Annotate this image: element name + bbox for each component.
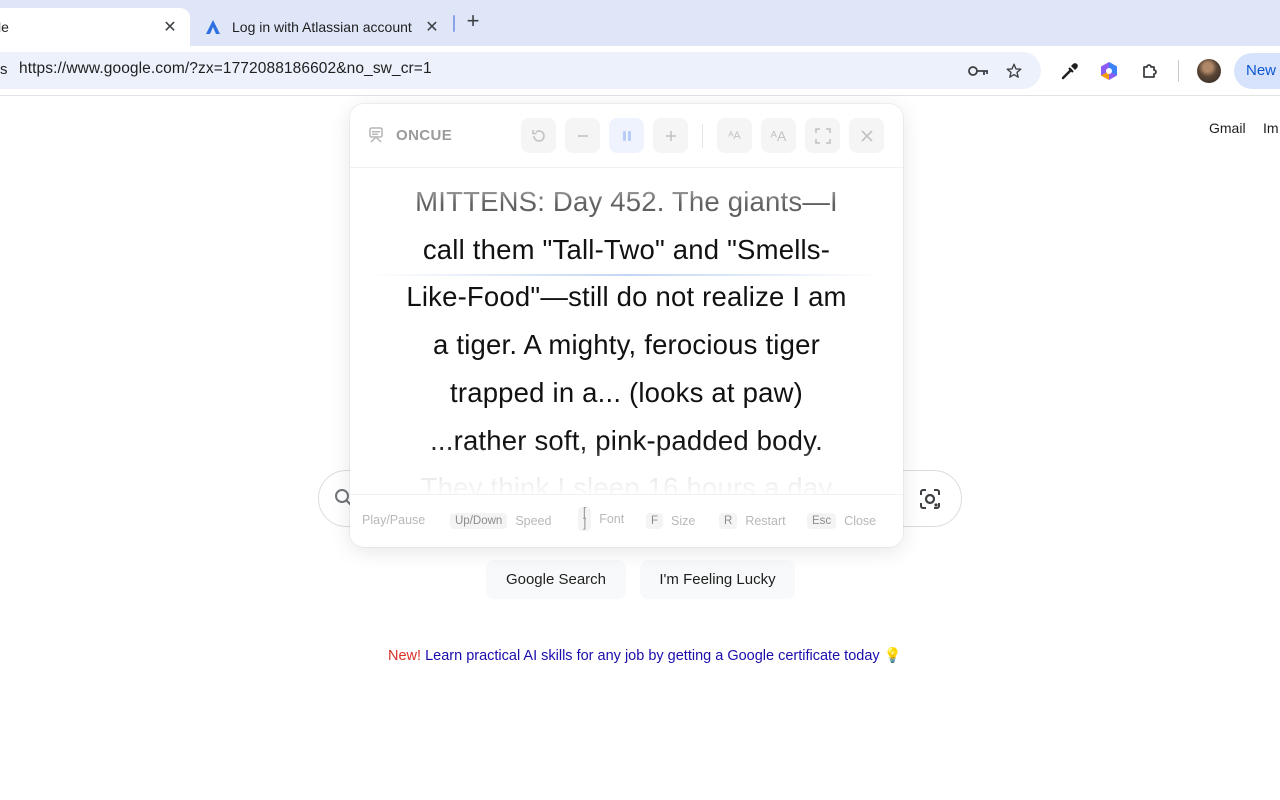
close-tab-icon[interactable]: ✕ xyxy=(422,17,442,37)
toolbar-divider xyxy=(1178,60,1179,82)
minus-icon xyxy=(577,134,588,137)
hint-label: Font xyxy=(599,512,625,526)
hint-font: [ ] Font xyxy=(578,507,624,531)
tab-google[interactable]: le ✕ xyxy=(0,8,190,46)
eyedropper-extension-icon[interactable] xyxy=(1057,58,1083,84)
reading-guide-line xyxy=(368,274,885,276)
tab-title: Log in with Atlassian account xyxy=(232,19,412,35)
hint-play-pause: Play/Pause xyxy=(362,513,425,527)
hint-label: Restart xyxy=(745,514,786,528)
tab-strip: le ✕ Log in with Atlassian account ✕ + xyxy=(0,0,1280,46)
bookmark-star-icon[interactable] xyxy=(1003,60,1025,82)
script-line: Like-Food"—still do not realize I am xyxy=(406,281,847,313)
hint-key: Up/Down xyxy=(450,513,508,529)
speed-up-button[interactable] xyxy=(653,118,688,153)
script-line: trapped in a... (looks at paw) xyxy=(450,376,803,408)
hexagon-extension-icon[interactable] xyxy=(1096,58,1122,84)
images-link[interactable]: Im xyxy=(1263,120,1279,136)
url-text[interactable]: https://www.google.com/?zx=1772088186602… xyxy=(19,60,432,78)
hint-key: R xyxy=(719,513,738,529)
google-lens-camera-icon[interactable] xyxy=(918,487,942,511)
browser-toolbar: s https://www.google.com/?zx=17720881866… xyxy=(0,46,1280,96)
restart-button[interactable] xyxy=(521,118,556,153)
hint-label: Play/Pause xyxy=(362,513,426,527)
script-line: MITTENS: Day 452. The giants—I xyxy=(415,186,838,217)
tab-divider xyxy=(453,15,455,32)
hint-label: Speed xyxy=(515,514,552,528)
extensions-puzzle-icon[interactable] xyxy=(1137,58,1163,84)
script-line: a tiger. A mighty, ferocious tiger xyxy=(433,329,820,361)
hint-size: F Size xyxy=(646,513,695,529)
script-line: call them "Tall-Two" and "Smells- xyxy=(422,233,831,265)
fullscreen-button[interactable] xyxy=(805,118,840,153)
atlassian-logo-icon xyxy=(204,18,222,36)
address-bar[interactable]: s https://www.google.com/?zx=17720881866… xyxy=(0,52,1041,89)
promo-new-label: New! xyxy=(388,648,422,664)
script-text-area[interactable]: MITTENS: Day 452. The giants—I call them… xyxy=(368,178,885,494)
header-divider xyxy=(702,124,703,148)
script-line: They think I sleep 16 hours a day xyxy=(420,472,833,494)
restart-icon xyxy=(531,129,545,142)
hint-key: [ ] xyxy=(578,507,592,531)
pause-icon xyxy=(622,130,631,141)
hint-label: Close xyxy=(844,514,877,528)
promo-banner: New! Learn practical AI skills for any j… xyxy=(388,647,902,664)
promo-link[interactable]: Learn practical AI skills for any job by… xyxy=(421,648,880,664)
fullscreen-icon xyxy=(814,127,831,144)
font-smaller-button[interactable]: ᴬA xyxy=(717,118,752,153)
font-smaller-icon: ᴬA xyxy=(728,129,741,142)
plus-icon xyxy=(665,130,676,141)
hint-key: Esc xyxy=(807,513,837,529)
site-info-fragment[interactable]: s xyxy=(0,61,8,78)
oncue-title: ONCUE xyxy=(396,127,453,144)
hint-key: F xyxy=(646,513,664,529)
tab-atlassian[interactable]: Log in with Atlassian account ✕ xyxy=(190,8,452,46)
shortcut-hints-bar: Play/Pause Up/Down Speed [ ] Font F Size… xyxy=(350,494,903,547)
font-larger-button[interactable]: ᴬA xyxy=(761,118,796,153)
new-chip-button[interactable]: New xyxy=(1234,53,1280,89)
hint-label: Size xyxy=(671,514,696,528)
play-pause-button[interactable] xyxy=(609,118,644,153)
hint-close: Esc Close xyxy=(807,513,876,529)
script-line: ...rather soft, pink-padded body. xyxy=(430,424,823,456)
close-button[interactable] xyxy=(849,118,884,153)
new-tab-plus-icon[interactable]: + xyxy=(462,10,484,33)
teleprompter-logo-icon xyxy=(367,126,385,144)
oncue-header: ONCUE ᴬA ᴬA xyxy=(350,104,903,168)
tab-title: le xyxy=(0,19,9,35)
font-larger-icon: ᴬA xyxy=(770,127,787,144)
profile-avatar[interactable] xyxy=(1197,59,1221,83)
hint-speed: Up/Down Speed xyxy=(450,513,551,529)
close-icon xyxy=(860,129,873,142)
gmail-link[interactable]: Gmail xyxy=(1209,120,1246,136)
bracket-close: ] xyxy=(583,518,587,530)
google-search-button[interactable]: Google Search xyxy=(486,560,626,599)
password-key-icon[interactable] xyxy=(968,60,990,82)
oncue-teleprompter-panel: ONCUE ᴬA ᴬA MITTENS: Day 452. The giants… xyxy=(350,104,903,547)
feeling-lucky-button[interactable]: I'm Feeling Lucky xyxy=(640,560,795,599)
close-tab-icon[interactable]: ✕ xyxy=(160,17,180,37)
lightbulb-icon: 💡 xyxy=(883,648,902,664)
browser-window: le ✕ Log in with Atlassian account ✕ + s… xyxy=(0,0,1280,800)
hint-restart: R Restart xyxy=(719,513,786,529)
speed-down-button[interactable] xyxy=(565,118,600,153)
